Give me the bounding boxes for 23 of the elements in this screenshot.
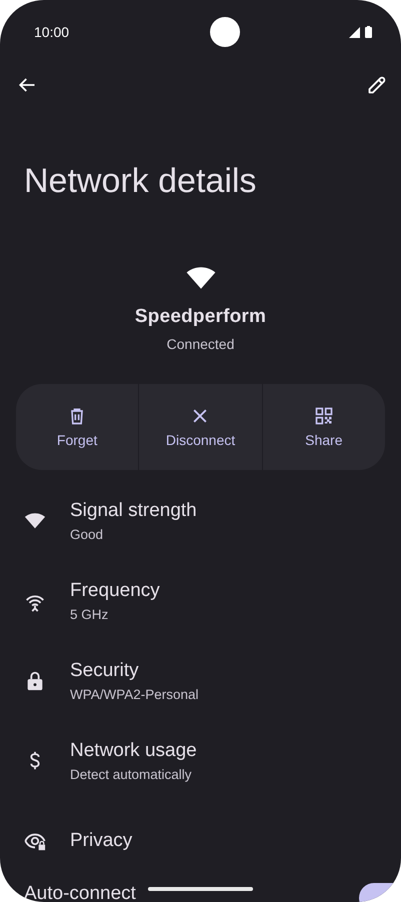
setting-title: Frequency bbox=[70, 580, 160, 602]
setting-title: Privacy bbox=[70, 830, 132, 852]
setting-value: WPA/WPA2-Personal bbox=[70, 687, 199, 702]
connection-status: Connected bbox=[166, 336, 234, 352]
setting-title: Security bbox=[70, 660, 140, 682]
setting-value: Good bbox=[70, 527, 104, 542]
page-title: Network details bbox=[24, 161, 258, 201]
status-time: 10:00 bbox=[34, 24, 70, 40]
back-arrow-icon[interactable] bbox=[18, 76, 36, 94]
camera-cutout-icon bbox=[210, 17, 240, 47]
action-button[interactable]: Share bbox=[262, 384, 385, 470]
battery-icon bbox=[364, 26, 372, 38]
action-button[interactable]: Disconnect bbox=[139, 384, 263, 470]
setting-title: Signal strength bbox=[70, 500, 197, 522]
setting-value: Detect automatically bbox=[70, 767, 193, 782]
setting-title: Auto-connect bbox=[24, 883, 136, 902]
setting-title: Network usage bbox=[70, 740, 197, 762]
pencil-icon[interactable] bbox=[367, 75, 387, 95]
setting-value: 5 GHz bbox=[70, 607, 110, 622]
signal-icon bbox=[348, 26, 360, 38]
network-name: Speedperform bbox=[134, 306, 266, 328]
action-button[interactable]: Forget bbox=[16, 384, 140, 470]
qr-code-icon bbox=[314, 406, 334, 426]
